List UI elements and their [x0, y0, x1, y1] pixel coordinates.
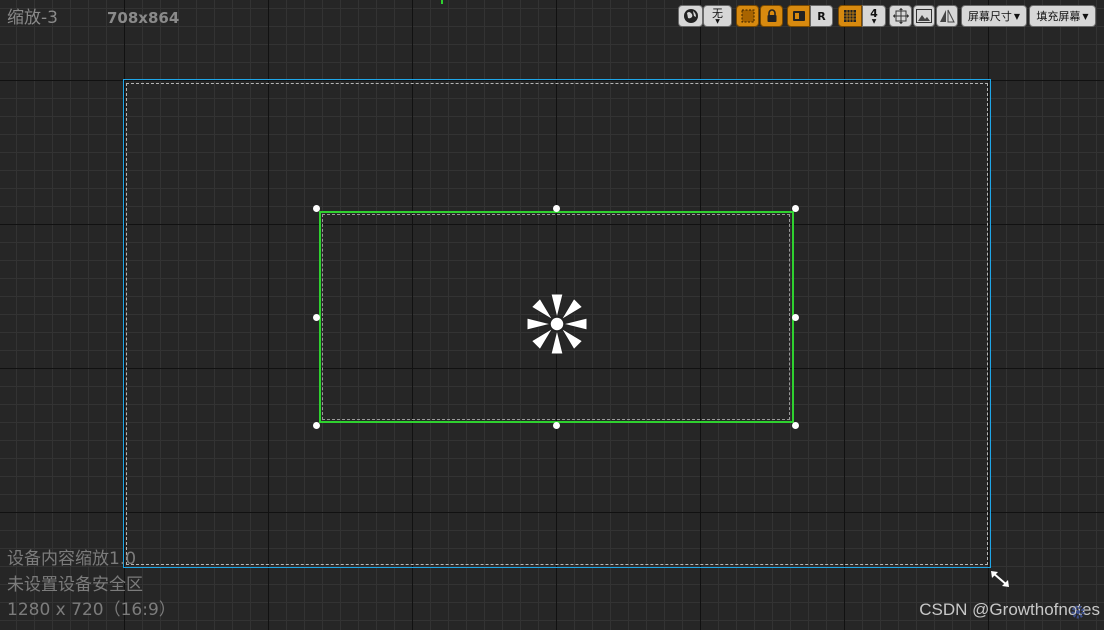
anchor-flower-icon[interactable] — [525, 292, 589, 356]
screen-size-label: 屏幕尺寸 — [967, 10, 1012, 23]
localization-value: 无 — [712, 6, 723, 20]
resize-handle-bottom[interactable] — [552, 421, 560, 429]
rtl-label: R — [817, 9, 826, 23]
image-icon — [916, 9, 932, 23]
fill-screen-dropdown[interactable]: 填充屏幕 ▼ — [1029, 5, 1096, 27]
lock-icon — [767, 9, 776, 22]
chevron-down-icon: ▼ — [715, 17, 720, 25]
mirror-icon — [940, 9, 955, 23]
chevron-down-icon: ▼ — [1082, 11, 1089, 21]
resize-handle-left[interactable] — [312, 313, 320, 321]
ruler-marker — [441, 0, 443, 4]
panel-icon — [792, 11, 805, 21]
rtl-button[interactable]: R — [810, 5, 833, 27]
resize-handle-top[interactable] — [552, 204, 560, 212]
grid-size-value: 4 — [870, 6, 878, 20]
transform-button[interactable] — [889, 5, 912, 27]
gear-icon[interactable] — [1070, 604, 1086, 620]
globe-button[interactable] — [678, 5, 703, 27]
marquee-select-button[interactable] — [736, 5, 759, 27]
resize-handle-bottom-left[interactable] — [312, 421, 320, 429]
localization-dropdown[interactable]: 无 ▼ — [703, 5, 732, 27]
screen-resolution-info: 1280 x 720（16:9） — [7, 600, 176, 620]
screen-size-dropdown[interactable]: 屏幕尺寸 ▼ — [961, 5, 1027, 27]
background-button[interactable] — [913, 5, 935, 27]
fill-screen-label: 填充屏幕 — [1036, 10, 1081, 23]
resize-handle-right[interactable] — [791, 313, 799, 321]
grid-snap-button[interactable] — [838, 5, 862, 27]
chevron-down-icon: ▼ — [871, 17, 877, 25]
resize-handle-bottom-right[interactable] — [791, 421, 799, 429]
grid-size-dropdown[interactable]: 4 ▼ — [862, 5, 886, 27]
safe-zone-info: 未设置设备安全区 — [7, 575, 143, 595]
chevron-down-icon: ▼ — [1013, 11, 1021, 21]
resolution-label: 708x864 — [107, 9, 180, 27]
resize-handle-top-right[interactable] — [791, 204, 799, 212]
globe-icon — [683, 9, 698, 23]
dashed-square-icon — [741, 9, 754, 23]
preview-button[interactable] — [936, 5, 958, 27]
zoom-level: 缩放-3 — [7, 8, 58, 28]
dpi-scale-info: 设备内容缩放1.0 — [7, 549, 137, 569]
lock-button[interactable] — [760, 5, 783, 27]
grid-icon — [844, 10, 856, 22]
move-icon — [892, 8, 909, 24]
resize-handle-top-left[interactable] — [312, 204, 320, 212]
respect-locks-button[interactable] — [787, 5, 810, 27]
resize-arrow-icon[interactable] — [988, 568, 1012, 590]
